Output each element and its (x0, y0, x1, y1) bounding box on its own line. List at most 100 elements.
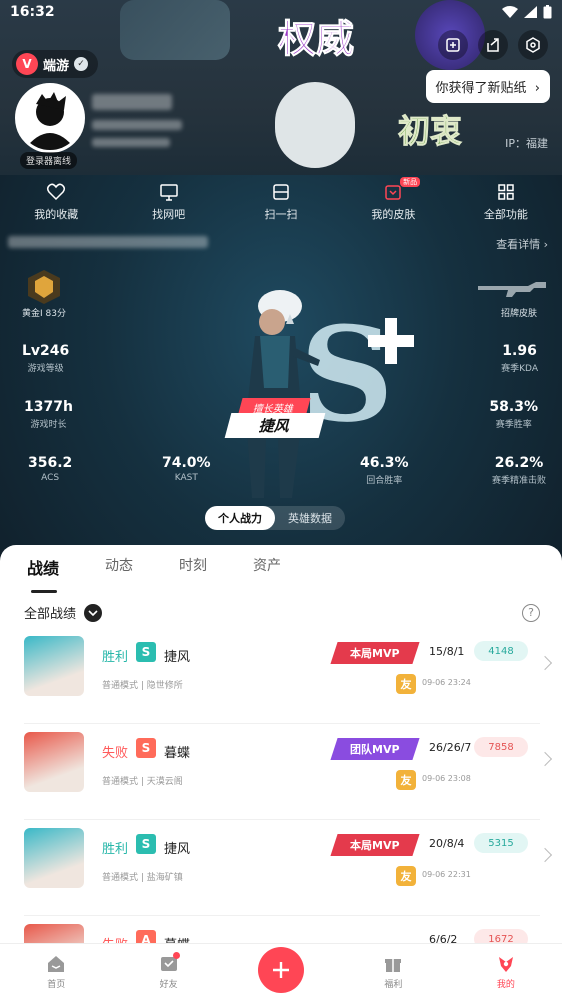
stat-acs: 356.2 ACS (28, 455, 73, 483)
stat-round-win: 46.3% 回合胜率 (360, 455, 409, 486)
share-button[interactable] (478, 30, 508, 60)
match-rank-badge: S (136, 642, 156, 662)
view-details-link[interactable]: 查看详情 › (496, 236, 548, 252)
match-rank-badge: S (136, 834, 156, 854)
quick-item-label: 我的收藏 (34, 208, 79, 221)
verified-icon: ✓ (74, 57, 89, 71)
avatar-portrait-icon (24, 92, 76, 150)
match-mode: 普通模式 | 隐世修所 (102, 681, 183, 691)
signature-skin-label: 招牌皮肤 (500, 309, 537, 319)
help-icon[interactable]: ? (522, 603, 540, 622)
valorant-logo-icon: V (16, 53, 38, 75)
blurred-banner (8, 236, 208, 248)
match-score: 5315 (474, 833, 528, 853)
battery-icon (543, 5, 552, 19)
mvp-badge: 本局MVP (330, 834, 420, 856)
nav-home[interactable]: 首页 (0, 954, 112, 990)
mvp-badge: 本局MVP (330, 642, 420, 664)
match-time: 09-06 22:31 (422, 870, 471, 879)
match-row[interactable]: 胜利 S 捷风 普通模式 | 隐世修所 本局MVP 15/8/1 4148 友 … (24, 628, 553, 724)
gold-rank-icon (28, 270, 60, 304)
sticker-add-icon (446, 38, 460, 52)
heart-icon (47, 183, 66, 201)
blurred-signature (92, 138, 170, 147)
home-icon (48, 955, 65, 972)
quick-nav: 我的收藏 找网吧 扫一扫 新品 我的皮肤 全部功能 (0, 177, 562, 222)
filter-label[interactable]: 全部战绩 (24, 603, 76, 622)
match-rank-badge: S (136, 738, 156, 758)
status-bar: 16:32 (0, 0, 562, 24)
app-switcher[interactable]: V 端游 ✓ (12, 50, 99, 78)
match-mode: 普通模式 | 盐海矿镇 (102, 873, 183, 883)
app-name: 端游 (43, 58, 70, 74)
hero-avatar (24, 828, 84, 888)
tab-moments[interactable]: 时刻 (179, 555, 207, 585)
new-badge: 新品 (400, 177, 421, 187)
chevron-right-icon (537, 751, 553, 767)
rank-label: 黄金I 83分 (22, 309, 66, 319)
chevron-down-icon[interactable] (84, 603, 103, 622)
quick-item-label: 扫一扫 (264, 208, 298, 221)
add-sticker-button[interactable] (438, 30, 468, 60)
best-hero-name: 捷风 (224, 413, 326, 438)
chevron-right-icon: › (530, 81, 540, 96)
stat-win-rate: 58.3% 赛季胜率 (489, 399, 538, 430)
chevron-right-icon (537, 655, 553, 671)
stat-kast: 74.0% KAST (162, 455, 211, 483)
wifi-icon (502, 6, 518, 18)
quick-item-label: 我的皮肤 (371, 208, 416, 221)
settings-button[interactable] (518, 30, 548, 60)
blurred-userid (92, 120, 182, 130)
gift-icon (385, 958, 402, 972)
nav-label: 好友 (159, 979, 178, 990)
quick-item-scan[interactable]: 扫一扫 (225, 182, 337, 222)
stats-toggle: 个人战力 英雄数据 (205, 506, 345, 530)
nav-friends[interactable]: 好友 (112, 951, 224, 990)
quick-item-internet-cafe[interactable]: 找网吧 (112, 182, 224, 222)
tab-feed[interactable]: 动态 (105, 555, 133, 585)
friend-badge: 友 (396, 866, 416, 886)
me-icon (498, 956, 513, 972)
match-mode: 普通模式 | 天漠云阁 (102, 777, 183, 787)
match-hero-name: 暮蝶 (164, 746, 191, 761)
status-time: 16:32 (10, 4, 55, 20)
online-status-tag: 登录器离线 (20, 152, 78, 169)
quick-item-skins[interactable]: 新品 我的皮肤 (337, 177, 449, 222)
nav-create[interactable] (225, 946, 337, 993)
nav-label: 我的 (496, 979, 515, 990)
tab-assets[interactable]: 资产 (253, 555, 281, 585)
nav-label: 首页 (47, 979, 66, 990)
ip-location: IP：福建 (505, 137, 548, 150)
signal-icon (524, 6, 537, 18)
match-row[interactable]: 胜利 S 捷风 普通模式 | 盐海矿镇 本局MVP 20/8/4 5315 友 … (24, 820, 553, 916)
new-sticker-tooltip[interactable]: 你获得了新贴纸 › (425, 70, 550, 103)
nav-me[interactable]: 我的 (450, 954, 562, 990)
notification-dot (173, 951, 181, 959)
quick-item-label: 找网吧 (152, 208, 186, 221)
match-score: 4148 (474, 641, 528, 661)
status-icons (502, 5, 552, 19)
match-row[interactable]: 失败 A 暮蝶 6/6/2 1672 (24, 916, 553, 945)
toggle-hero-data[interactable]: 英雄数据 (275, 506, 345, 530)
match-row[interactable]: 失败 S 暮蝶 普通模式 | 天漠云阁 团队MVP 26/26/7 7858 友… (24, 724, 553, 820)
match-time: 09-06 23:08 (422, 774, 471, 783)
match-list: 胜利 S 捷风 普通模式 | 隐世修所 本局MVP 15/8/1 4148 友 … (0, 628, 562, 945)
stat-headshot: 26.2% 赛季精准击败 (491, 455, 546, 486)
user-avatar[interactable] (15, 83, 85, 153)
quick-item-all-features[interactable]: 全部功能 (450, 182, 562, 222)
chevron-right-icon (537, 847, 553, 863)
hero-avatar (24, 732, 84, 792)
quick-item-favorites[interactable]: 我的收藏 (0, 182, 112, 222)
mvp-badge: 团队MVP (330, 738, 420, 760)
grid-icon (498, 184, 514, 200)
tab-records[interactable]: 战绩 (27, 555, 59, 593)
nav-label: 福利 (384, 979, 403, 990)
match-time: 09-06 23:24 (422, 678, 471, 687)
weapon-skin-icon (478, 282, 546, 297)
new-sticker-text: 你获得了新贴纸 (435, 81, 527, 96)
share-icon (487, 38, 499, 52)
quick-item-label: 全部功能 (483, 208, 528, 221)
match-kda: 15/8/1 (429, 645, 465, 658)
toggle-personal-power[interactable]: 个人战力 (205, 506, 275, 530)
nav-rewards[interactable]: 福利 (337, 954, 449, 990)
